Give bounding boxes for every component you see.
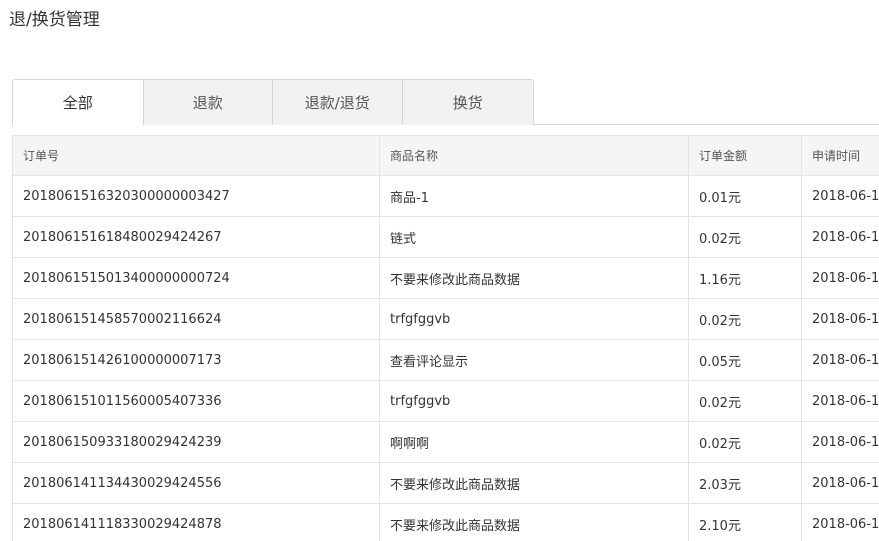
table-row[interactable]: 201806141118330029424878 不要来修改此商品数据 2.10…: [12, 503, 879, 541]
column-header-apply-time: 申请时间: [801, 135, 879, 176]
amount-cell: 1.16元: [688, 257, 802, 299]
table-row[interactable]: 201806151458570002116624 trfgfggvb 0.02元…: [12, 298, 879, 340]
amount-cell: 0.02元: [688, 380, 802, 422]
amount-cell: 0.01元: [688, 175, 802, 217]
orders-table: 订单号 商品名称 订单金额 申请时间 201806151632030000000…: [12, 135, 879, 541]
amount-cell: 2.10元: [688, 503, 802, 541]
order-no-cell: 2018061516320300000003427: [12, 175, 380, 217]
tab-refund-return[interactable]: 退款/退货: [272, 80, 402, 125]
table-row[interactable]: 201806151011560005407336 trfgfggvb 0.02元…: [12, 380, 879, 422]
table-header-row: 订单号 商品名称 订单金额 申请时间: [12, 135, 879, 176]
table-row[interactable]: 2018061515013400000000724 不要来修改此商品数据 1.1…: [12, 257, 879, 299]
apply-time-cell: 2018-06-15: [801, 380, 879, 422]
page-title: 退/换货管理: [9, 10, 100, 30]
tab-exchange[interactable]: 换货: [401, 80, 533, 125]
product-name-cell: 不要来修改此商品数据: [379, 257, 689, 299]
product-name-cell: trfgfggvb: [379, 380, 689, 422]
order-no-cell: 2018061515013400000000724: [12, 257, 380, 299]
apply-time-cell: 2018-06-15: [801, 175, 879, 217]
table-row[interactable]: 201806150933180029424239 啊啊啊 0.02元 2018-…: [12, 421, 879, 463]
apply-time-cell: 2018-06-15: [801, 257, 879, 299]
amount-cell: 0.02元: [688, 216, 802, 258]
order-no-cell: 201806141118330029424878: [12, 503, 380, 541]
order-no-cell: 201806151426100000007173: [12, 339, 380, 381]
order-no-cell: 201806151618480029424267: [12, 216, 380, 258]
order-no-cell: 201806141134430029424556: [12, 462, 380, 504]
apply-time-cell: 2018-06-15: [801, 421, 879, 463]
product-name-cell: trfgfggvb: [379, 298, 689, 340]
order-no-cell: 201806150933180029424239: [12, 421, 380, 463]
order-no-cell: 201806151011560005407336: [12, 380, 380, 422]
amount-cell: 0.05元: [688, 339, 802, 381]
column-header-order-amount: 订单金额: [688, 135, 802, 176]
amount-cell: 0.02元: [688, 298, 802, 340]
product-name-cell: 链式: [379, 216, 689, 258]
tab-refund[interactable]: 退款: [142, 80, 272, 125]
product-name-cell: 商品-1: [379, 175, 689, 217]
column-header-order-no: 订单号: [12, 135, 380, 176]
table-row[interactable]: 201806151426100000007173 查看评论显示 0.05元 20…: [12, 339, 879, 381]
product-name-cell: 不要来修改此商品数据: [379, 503, 689, 541]
amount-cell: 0.02元: [688, 421, 802, 463]
apply-time-cell: 2018-06-14: [801, 462, 879, 504]
table-row[interactable]: 2018061516320300000003427 商品-1 0.01元 201…: [12, 175, 879, 217]
column-header-product-name: 商品名称: [379, 135, 689, 176]
product-name-cell: 啊啊啊: [379, 421, 689, 463]
tabs: 全部 退款 退款/退货 换货: [12, 79, 534, 125]
apply-time-cell: 2018-06-15: [801, 298, 879, 340]
tab-all[interactable]: 全部: [13, 80, 143, 125]
amount-cell: 2.03元: [688, 462, 802, 504]
apply-time-cell: 2018-06-14: [801, 503, 879, 541]
table-row[interactable]: 201806141134430029424556 不要来修改此商品数据 2.03…: [12, 462, 879, 504]
table-body: 2018061516320300000003427 商品-1 0.01元 201…: [12, 175, 879, 541]
page: 退/换货管理 全部 退款 退款/退货 换货 订单号 商品名称 订单金额 申请时间: [0, 0, 879, 541]
order-no-cell: 201806151458570002116624: [12, 298, 380, 340]
table-row[interactable]: 201806151618480029424267 链式 0.02元 2018-0…: [12, 216, 879, 258]
product-name-cell: 不要来修改此商品数据: [379, 462, 689, 504]
apply-time-cell: 2018-06-15: [801, 339, 879, 381]
apply-time-cell: 2018-06-15: [801, 216, 879, 258]
product-name-cell: 查看评论显示: [379, 339, 689, 381]
tab-bar: 全部 退款 退款/退货 换货: [12, 79, 879, 125]
orders-table-container: 订单号 商品名称 订单金额 申请时间 201806151632030000000…: [12, 135, 879, 541]
